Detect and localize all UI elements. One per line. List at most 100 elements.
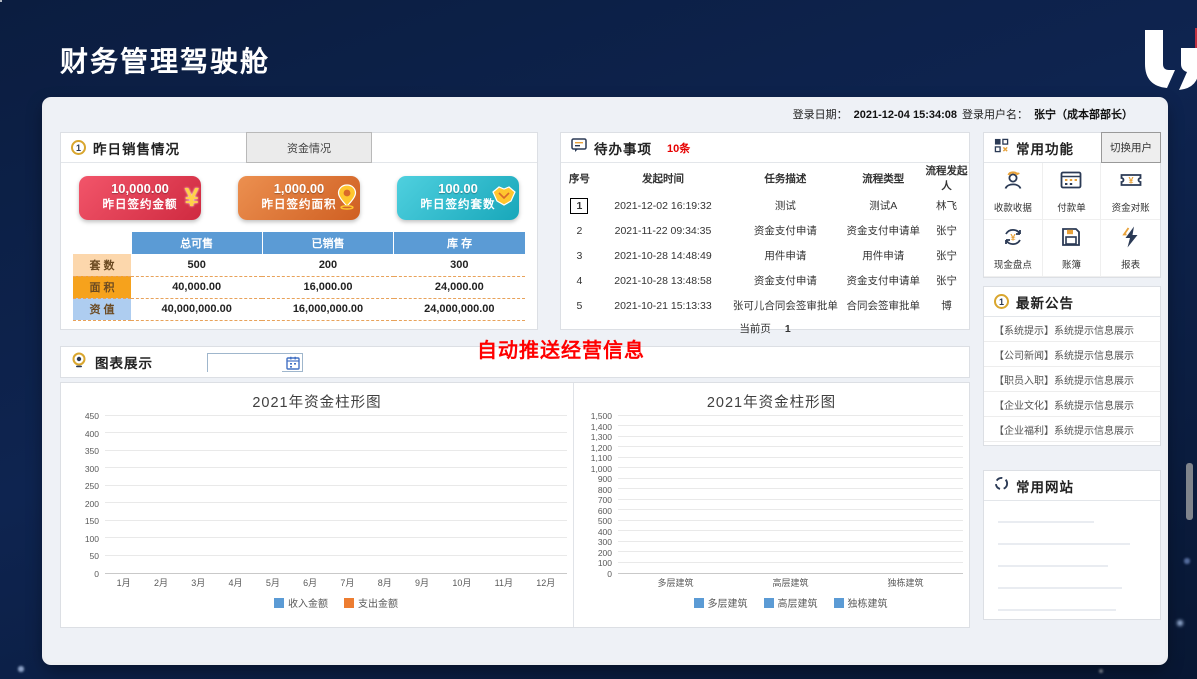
todo-column-header: 流程发起人 xyxy=(924,163,969,193)
svg-text:¥: ¥ xyxy=(1128,176,1133,186)
auto-push-annotation: 自动推送经营信息 xyxy=(477,334,645,363)
cell-value: 16,000.00 xyxy=(262,276,393,298)
chart-title: 2021年资金柱形图 xyxy=(580,391,963,412)
todo-cell[interactable]: 张宁 xyxy=(924,243,969,268)
y-tick-label: 1,300 xyxy=(591,432,612,442)
todo-cell[interactable]: 测试 xyxy=(728,193,842,218)
x-tick-label: 5月 xyxy=(266,576,280,589)
x-tick-label: 独栋建筑 xyxy=(887,576,923,589)
announcement-item[interactable]: 【企业福利】系统提示信息展示 xyxy=(984,417,1160,442)
calendar-picker-icon[interactable] xyxy=(286,356,300,375)
todo-panel-title: 待办事项 xyxy=(594,138,652,158)
functions-panel: 常用功能 切换用户 收款收据付款单¥资金对账¥现金盘点账簿报表 xyxy=(983,132,1161,278)
y-tick-label: 900 xyxy=(598,474,612,484)
todo-row[interactable]: 32021-10-28 14:48:49用件申请用件申请张宁 xyxy=(561,243,969,268)
function-label: 付款单 xyxy=(1057,200,1086,214)
todo-seq[interactable]: 4 xyxy=(561,268,598,293)
x-tick-label: 10月 xyxy=(452,576,471,589)
login-user: 登录用户名：张宁（成本部部长） xyxy=(962,106,1133,122)
todo-cell[interactable]: 合同会签审批单 xyxy=(843,293,925,318)
scrollbar-thumb[interactable] xyxy=(1186,463,1193,520)
todo-cell[interactable]: 用件申请 xyxy=(843,243,925,268)
table-row: 套 数500200300 xyxy=(73,254,525,276)
websites-title: 常用网站 xyxy=(1016,476,1074,496)
switch-user-button[interactable]: 切换用户 xyxy=(1101,132,1161,163)
calendar-icon xyxy=(1059,168,1083,197)
row-label: 面 积 xyxy=(73,276,131,298)
sales-column-header: 已销售 xyxy=(262,232,393,254)
todo-row[interactable]: 52021-10-21 15:13:33张可儿合同会签审批单合同会签审批单博 xyxy=(561,293,969,318)
y-tick-label: 400 xyxy=(85,429,99,439)
todo-column-header: 流程类型 xyxy=(843,163,925,193)
todo-seq[interactable]: 3 xyxy=(561,243,598,268)
y-tick-label: 100 xyxy=(598,558,612,568)
table-row: 资 值40,000,000.0016,000,000.0024,000,000.… xyxy=(73,298,525,320)
todo-cell[interactable]: 2021-11-22 09:34:35 xyxy=(598,218,729,243)
functions-panel-title: 常用功能 xyxy=(1016,138,1074,158)
svg-text:¥: ¥ xyxy=(1010,233,1016,244)
function-item-现金盘点[interactable]: ¥ 现金盘点 xyxy=(984,220,1043,277)
function-label: 现金盘点 xyxy=(994,257,1032,271)
todo-seq[interactable]: 5 xyxy=(561,293,598,318)
todo-cell[interactable]: 2021-10-28 14:48:49 xyxy=(598,243,729,268)
x-tick-label: 多层建筑 xyxy=(657,576,693,589)
login-date: 登录日期：2021-12-04 15:34:08 xyxy=(793,106,957,122)
todo-seq[interactable]: 2 xyxy=(561,218,598,243)
todo-cell[interactable]: 用件申请 xyxy=(728,243,842,268)
todo-cell[interactable]: 2021-12-02 16:19:32 xyxy=(598,193,729,218)
building-funds-bar-chart: 2021年资金柱形图 01002003004005006007008009001… xyxy=(573,383,969,627)
x-tick-label: 9月 xyxy=(415,576,429,589)
todo-seq[interactable]: 1 xyxy=(561,193,598,218)
sales-badges: 10,000.00昨日签约金额¥1,000.00昨日签约面积100.00昨日签约… xyxy=(61,163,537,220)
y-tick-label: 1,100 xyxy=(591,453,612,463)
todo-cell[interactable]: 张宁 xyxy=(924,218,969,243)
chart-date-field[interactable] xyxy=(207,353,303,372)
tab-funds-status[interactable]: 资金情况 xyxy=(246,132,372,163)
todo-cell[interactable]: 博 xyxy=(924,293,969,318)
todo-cell[interactable]: 资金支付申请单 xyxy=(843,218,925,243)
function-item-付款单[interactable]: 付款单 xyxy=(1043,163,1102,220)
cell-value: 200 xyxy=(262,254,393,276)
function-item-报表[interactable]: 报表 xyxy=(1101,220,1160,277)
websites-empty-list xyxy=(984,521,1160,611)
x-tick-label: 2月 xyxy=(154,576,168,589)
function-item-收款收据[interactable]: 收款收据 xyxy=(984,163,1043,220)
legend-item: 支出金额 xyxy=(344,595,398,610)
sales-column-header: 库 存 xyxy=(394,232,525,254)
todo-cell[interactable]: 林飞 xyxy=(924,193,969,218)
todo-row[interactable]: 12021-12-02 16:19:32测试测试A林飞 xyxy=(561,193,969,218)
announcements-panel: 1 最新公告 【系统提示】系统提示信息展示【公司新闻】系统提示信息展示【职员入职… xyxy=(983,286,1161,446)
todo-column-header: 序号 xyxy=(561,163,598,193)
y-tick-label: 200 xyxy=(598,548,612,558)
function-item-账簿[interactable]: 账簿 xyxy=(1043,220,1102,277)
x-tick-label: 12月 xyxy=(536,576,555,589)
todo-cell[interactable]: 测试A xyxy=(843,193,925,218)
announcement-item[interactable]: 【系统提示】系统提示信息展示 xyxy=(984,317,1160,342)
ticket-icon: ¥ xyxy=(1119,168,1143,197)
comment-icon xyxy=(571,138,587,157)
chart-date-input[interactable] xyxy=(208,356,282,373)
todo-cell[interactable]: 张宁 xyxy=(924,268,969,293)
sales-badge: 100.00昨日签约套数 xyxy=(397,176,519,220)
todo-row[interactable]: 22021-11-22 09:34:35资金支付申请资金支付申请单张宁 xyxy=(561,218,969,243)
sales-badge: 1,000.00昨日签约面积 xyxy=(238,176,360,220)
todo-cell[interactable]: 张可儿合同会签审批单 xyxy=(728,293,842,318)
legend-item: 收入金额 xyxy=(274,595,328,610)
announcement-item[interactable]: 【公司新闻】系统提示信息展示 xyxy=(984,342,1160,367)
todo-cell[interactable]: 2021-10-28 13:48:58 xyxy=(598,268,729,293)
function-item-资金对账[interactable]: ¥资金对账 xyxy=(1101,163,1160,220)
announcement-item[interactable]: 【企业文化】系统提示信息展示 xyxy=(984,392,1160,417)
todo-cell[interactable]: 2021-10-21 15:13:33 xyxy=(598,293,729,318)
function-label: 账簿 xyxy=(1062,257,1081,271)
todo-cell[interactable]: 资金支付申请 xyxy=(728,268,842,293)
announcements-title: 最新公告 xyxy=(1016,292,1074,312)
y-tick-label: 700 xyxy=(598,495,612,505)
announcement-item[interactable]: 【职员入职】系统提示信息展示 xyxy=(984,367,1160,392)
grid-qr-icon xyxy=(994,138,1009,158)
todo-count-badge: 10条 xyxy=(667,140,690,156)
todo-cell[interactable]: 资金支付申请单 xyxy=(843,268,925,293)
todo-cell[interactable]: 资金支付申请 xyxy=(728,218,842,243)
x-tick-label: 8月 xyxy=(378,576,392,589)
todo-row[interactable]: 42021-10-28 13:48:58资金支付申请资金支付申请单张宁 xyxy=(561,268,969,293)
y-tick-label: 300 xyxy=(598,537,612,547)
